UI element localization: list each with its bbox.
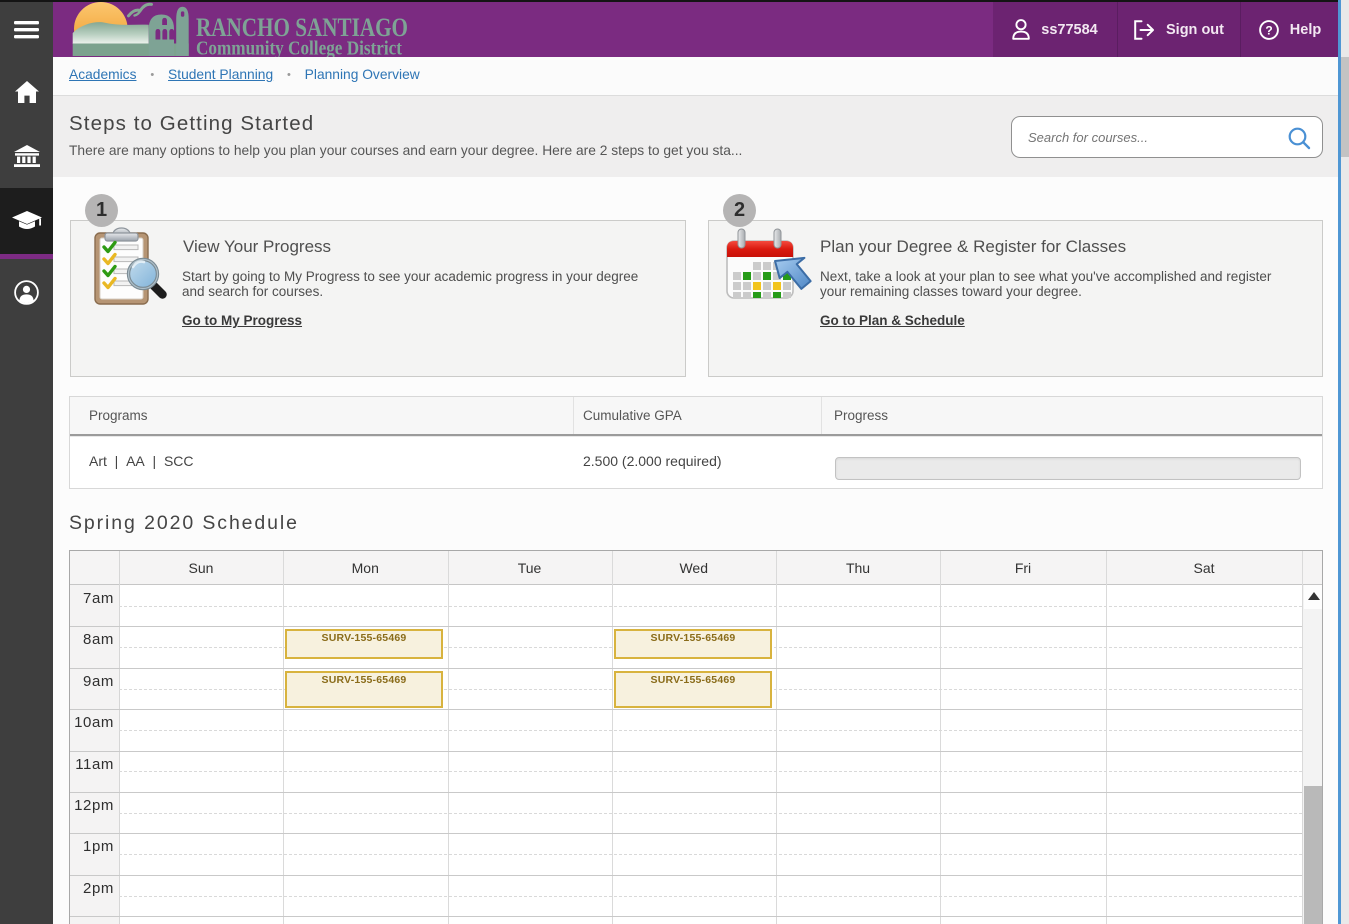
svg-text:?: ? (1265, 23, 1272, 37)
svg-text:Community College District: Community College District (196, 38, 402, 58)
